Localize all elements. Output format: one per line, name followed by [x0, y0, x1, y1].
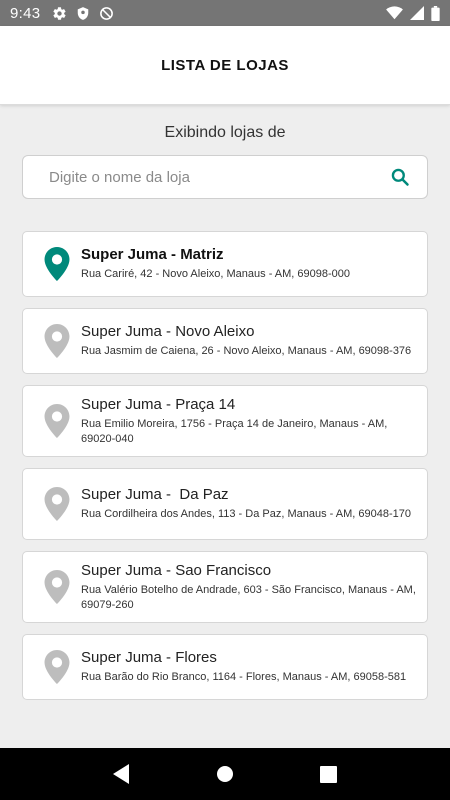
store-info: Super Juma - Matriz Rua Cariré, 42 - Nov…: [81, 246, 350, 282]
blocked-icon: [99, 6, 114, 21]
store-address: Rua Cordilheira dos Andes, 113 - Da Paz,…: [81, 508, 411, 521]
store-item-flores[interactable]: Super Juma - Flores Rua Barão do Rio Bra…: [22, 634, 428, 700]
map-pin-icon: [44, 650, 70, 684]
store-info: Super Juma - Sao Francisco Rua Valério B…: [81, 562, 417, 613]
recents-icon[interactable]: [316, 762, 340, 786]
store-address: Rua Cariré, 42 - Novo Aleixo, Manaus - A…: [81, 268, 351, 281]
store-info: Super Juma - Praça 14 Rua Emilio Moreira…: [81, 396, 417, 447]
list-subtitle: Exibindo lojas de: [164, 124, 286, 141]
store-info: Super Juma - Flores Rua Barão do Rio Bra…: [81, 649, 406, 685]
store-name: Super Juma - Praça 14: [81, 395, 236, 413]
store-info: Super Juma - Da Paz Rua Cordilheira dos …: [81, 486, 411, 522]
back-icon[interactable]: [110, 762, 134, 786]
store-item-praca-14[interactable]: Super Juma - Praça 14 Rua Emilio Moreira…: [22, 385, 428, 457]
store-info: Super Juma - Novo Aleixo Rua Jasmim de C…: [81, 323, 411, 359]
store-name: Super Juma - Sao Francisco: [81, 561, 272, 579]
search-box: [22, 155, 428, 199]
map-pin-icon: [44, 247, 70, 281]
shield-icon: [76, 6, 90, 21]
store-name: Super Juma - Flores: [81, 649, 217, 667]
store-name: Super Juma - Novo Aleixo: [81, 323, 255, 341]
map-pin-icon: [44, 324, 70, 358]
wifi-icon: [386, 6, 403, 20]
map-pin-icon: [44, 404, 70, 438]
battery-icon: [431, 5, 440, 21]
status-time: 9:43: [10, 4, 41, 22]
store-address: Rua Jasmim de Caiena, 26 - Novo Aleixo, …: [81, 345, 412, 358]
system-nav-bar: [0, 748, 450, 800]
store-item-novo-aleixo[interactable]: Super Juma - Novo Aleixo Rua Jasmim de C…: [22, 308, 428, 374]
signal-icon: [410, 6, 424, 20]
store-item-matriz[interactable]: Super Juma - Matriz Rua Cariré, 42 - Nov…: [22, 231, 428, 297]
store-address: Rua Valério Botelho de Andrade, 603 - Sã…: [81, 583, 416, 611]
status-icons-left: [52, 6, 114, 21]
app-header: LISTA DE LOJAS: [0, 26, 450, 105]
store-name: Super Juma - Da Paz: [81, 486, 229, 504]
gear-icon: [52, 6, 67, 21]
page-title: LISTA DE LOJAS: [161, 56, 289, 74]
store-item-sao-francisco[interactable]: Super Juma - Sao Francisco Rua Valério B…: [22, 551, 428, 623]
status-bar: 9:43: [0, 0, 450, 26]
search-icon[interactable]: [389, 166, 411, 188]
home-icon[interactable]: [213, 762, 237, 786]
store-address: Rua Barão do Rio Branco, 1164 - Flores, …: [81, 671, 407, 684]
store-item-da-paz[interactable]: Super Juma - Da Paz Rua Cordilheira dos …: [22, 468, 428, 540]
status-icons-right: [386, 5, 440, 21]
search-input[interactable]: [49, 168, 389, 186]
store-list: Super Juma - Matriz Rua Cariré, 42 - Nov…: [22, 231, 428, 711]
store-address: Rua Emilio Moreira, 1756 - Praça 14 de J…: [81, 417, 388, 445]
map-pin-icon: [44, 570, 70, 604]
store-name: Super Juma - Matriz: [81, 246, 224, 264]
map-pin-icon: [44, 487, 70, 521]
